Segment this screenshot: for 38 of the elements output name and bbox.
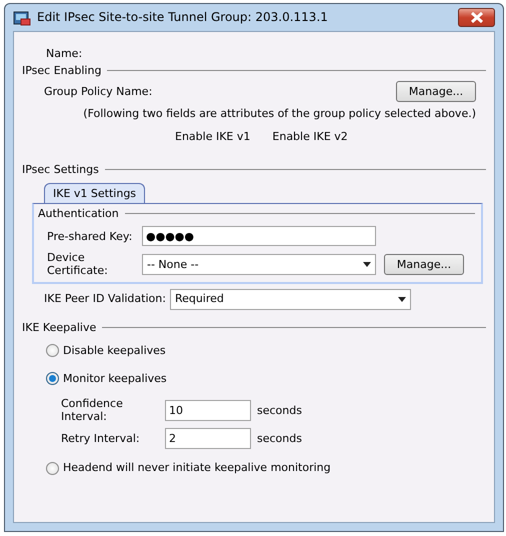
field-label: Device Certificate:: [47, 251, 109, 278]
password-field[interactable]: ●●●●●: [142, 226, 376, 246]
field-label: IKE Peer ID Validation:: [44, 292, 166, 306]
close-icon: [470, 12, 484, 23]
dropdown-value: Required: [174, 292, 224, 306]
field-label: Pre-shared Key:: [47, 230, 134, 243]
field-label: Group Policy Name:: [44, 85, 152, 98]
dropdown-value: -- None --: [147, 258, 199, 271]
radio-button[interactable]: [46, 344, 59, 357]
close-button[interactable]: [458, 8, 495, 27]
certificate-dropdown[interactable]: -- None --: [142, 254, 376, 275]
field-label: Retry Interval:: [61, 432, 141, 446]
field-label: Confidence Interval:: [61, 397, 124, 424]
unit-label: seconds: [257, 404, 302, 417]
window-title: Edit IPsec Site-to-site Tunnel Group: 203.0.113.1: [37, 10, 328, 25]
settings-tab[interactable]: IKE v1 Settings: [44, 182, 146, 203]
validation-dropdown[interactable]: Required: [170, 288, 411, 310]
option-label: Enable IKE v2: [272, 130, 348, 144]
section-title: IPsec Settings: [22, 162, 99, 176]
number-field[interactable]: 10: [165, 400, 251, 421]
option-label: Headend will never initiate keepalive monitoring: [63, 461, 331, 475]
option-label: Enable IKE v1: [175, 130, 250, 144]
unit-label: seconds: [257, 432, 302, 446]
field-label: Name:: [46, 47, 82, 60]
option-label: Disable keepalives: [63, 344, 166, 357]
caret-icon: [398, 296, 406, 302]
caret-icon: [363, 262, 371, 267]
section-title: IKE Keepalive: [22, 320, 96, 334]
section-title: IPsec Enabling: [22, 64, 102, 78]
section-title: Authentication: [38, 206, 119, 220]
number-field[interactable]: 2: [165, 428, 251, 450]
app-icon: [13, 10, 31, 26]
manage-button[interactable]: Manage...: [384, 254, 464, 275]
manage-button[interactable]: Manage...: [396, 81, 476, 102]
note-text: (Following two fields are attributes of the group policy selected above.): [83, 107, 476, 120]
radio-button[interactable]: [46, 462, 59, 475]
option-label: Monitor keepalives: [63, 372, 167, 386]
radio-button[interactable]: [46, 372, 59, 385]
